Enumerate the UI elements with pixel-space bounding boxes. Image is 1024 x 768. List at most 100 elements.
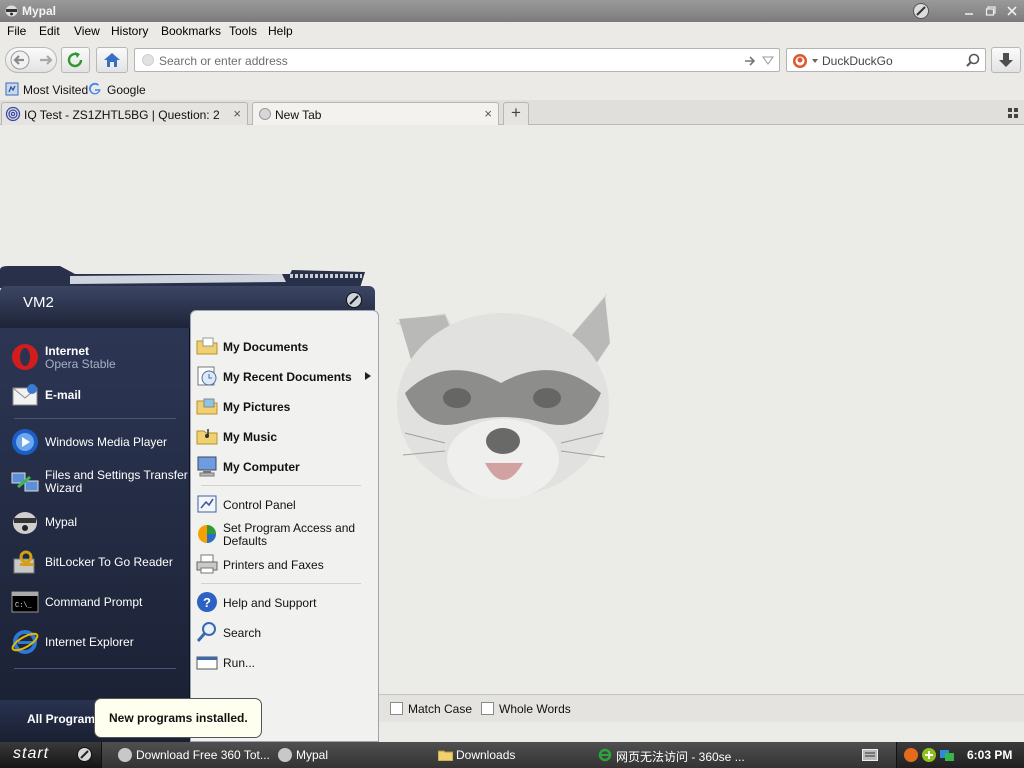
close-tab-icon[interactable]: × bbox=[484, 106, 492, 121]
recent-mypal[interactable]: Mypal bbox=[8, 504, 186, 540]
forward-arrow-icon[interactable] bbox=[31, 48, 53, 72]
tray-plus-icon[interactable] bbox=[921, 747, 937, 763]
tray-shield-icon[interactable] bbox=[903, 747, 919, 763]
places-my-documents[interactable]: My Documents bbox=[195, 333, 375, 359]
menu-bookmarks[interactable]: Bookmarks bbox=[161, 24, 221, 38]
url-placeholder: Search or enter address bbox=[159, 54, 288, 68]
match-case-label[interactable]: Match Case bbox=[408, 702, 472, 716]
task-mypal[interactable]: Mypal bbox=[276, 742, 426, 768]
menu-view[interactable]: View bbox=[74, 24, 100, 38]
tab-groups-icon[interactable] bbox=[1008, 108, 1018, 118]
url-bar[interactable]: Search or enter address bbox=[134, 48, 780, 72]
mypal-badge-icon[interactable] bbox=[913, 3, 929, 19]
search-icon[interactable] bbox=[965, 53, 981, 69]
start-badge-icon bbox=[77, 747, 92, 762]
task-label: 网页无法访问 - 360se ... bbox=[616, 750, 745, 764]
mypal-task-icon bbox=[278, 748, 292, 762]
close-tab-icon[interactable]: × bbox=[233, 106, 241, 121]
maximize-icon[interactable] bbox=[984, 4, 998, 18]
places-my-computer[interactable]: My Computer bbox=[195, 453, 375, 479]
recent-media-player[interactable]: Windows Media Player bbox=[8, 424, 186, 460]
menu-file[interactable]: File bbox=[7, 24, 26, 38]
tab-label: New Tab bbox=[275, 108, 322, 122]
start-button[interactable]: start bbox=[0, 742, 102, 768]
360se-task-icon bbox=[598, 748, 612, 762]
recent-label: Files and Settings Transfer bbox=[45, 468, 188, 482]
help-label: Run... bbox=[223, 656, 256, 670]
bookmark-most-visited[interactable]: Most Visited bbox=[23, 83, 88, 97]
menu-help[interactable]: Help bbox=[268, 24, 293, 38]
help-search[interactable]: Search bbox=[195, 619, 375, 645]
submenu-arrow-icon bbox=[365, 372, 371, 380]
downloads-button[interactable] bbox=[991, 47, 1021, 73]
tab-new-tab[interactable]: New Tab × bbox=[252, 102, 499, 125]
system-tray: 6:03 PM bbox=[896, 742, 1024, 768]
start-menu-places: My Documents My Recent Documents My Pict… bbox=[190, 310, 379, 742]
tray-network-icon[interactable] bbox=[939, 747, 955, 763]
computer-icon bbox=[195, 454, 219, 478]
tab-iq-test[interactable]: IQ Test - ZS1ZHTL5BG | Question: 2 × bbox=[1, 102, 248, 125]
go-arrow-icon[interactable] bbox=[743, 54, 757, 68]
search-icon bbox=[195, 620, 219, 644]
menu-tools[interactable]: Tools bbox=[229, 24, 257, 38]
new-programs-tooltip[interactable]: New programs installed. bbox=[94, 698, 262, 738]
home-button[interactable] bbox=[96, 47, 128, 73]
window-title: Mypal bbox=[22, 4, 57, 18]
close-icon[interactable] bbox=[1005, 4, 1019, 18]
whole-words-label[interactable]: Whole Words bbox=[499, 702, 571, 716]
settings-control-panel[interactable]: Control Panel bbox=[195, 491, 375, 517]
match-case-checkbox[interactable] bbox=[390, 702, 403, 715]
places-my-pictures[interactable]: My Pictures bbox=[195, 393, 375, 419]
recent-label: Mypal bbox=[45, 515, 78, 529]
settings-label: Set Program Access and bbox=[223, 521, 356, 535]
menu-bar: File Edit View History Bookmarks Tools H… bbox=[0, 22, 1024, 41]
recent-internet-explorer[interactable]: Internet Explorer bbox=[8, 624, 186, 660]
mypal-task-icon bbox=[118, 748, 132, 762]
settings-printers[interactable]: Printers and Faxes bbox=[195, 551, 375, 577]
recent-label: Command Prompt bbox=[45, 595, 143, 609]
settings-label-line2: Defaults bbox=[223, 534, 268, 548]
minimize-icon[interactable] bbox=[962, 4, 976, 18]
start-menu-top-edge bbox=[0, 266, 375, 288]
recent-docs-icon bbox=[195, 364, 219, 388]
help-support[interactable]: ? Help and Support bbox=[195, 589, 375, 615]
bookmark-google[interactable]: Google bbox=[107, 83, 146, 97]
pinned-internet-sub: Opera Stable bbox=[45, 357, 116, 371]
separator bbox=[201, 485, 361, 486]
start-menu-programs: Internet Opera Stable E-mail Windows Med… bbox=[0, 328, 190, 700]
clock[interactable]: 6:03 PM bbox=[967, 748, 1012, 762]
reload-button[interactable] bbox=[61, 47, 90, 73]
places-recent-documents[interactable]: My Recent Documents bbox=[195, 363, 375, 389]
settings-program-access[interactable]: Set Program Access and Defaults bbox=[195, 519, 375, 549]
title-bar: Mypal bbox=[0, 0, 1024, 22]
most-visited-icon bbox=[5, 82, 19, 96]
search-engine-name: DuckDuckGo bbox=[822, 54, 893, 68]
recent-transfer-wizard[interactable]: Files and Settings Transfer Wizard bbox=[8, 464, 188, 500]
whole-words-checkbox[interactable] bbox=[481, 702, 494, 715]
recent-bitlocker[interactable]: BitLocker To Go Reader bbox=[8, 544, 186, 580]
search-bar[interactable]: DuckDuckGo bbox=[786, 48, 986, 72]
folder-icon bbox=[195, 334, 219, 358]
places-my-music[interactable]: My Music bbox=[195, 423, 375, 449]
svg-text:C:\_: C:\_ bbox=[15, 602, 33, 610]
start-label: start bbox=[13, 745, 50, 762]
task-360se[interactable]: 网页无法访问 - 360se ... bbox=[596, 742, 746, 768]
start-menu: VM2 Internet Opera Stable E-mail Windows… bbox=[0, 266, 380, 742]
pinned-internet[interactable]: Internet Opera Stable bbox=[8, 338, 186, 374]
recent-command-prompt[interactable]: C:\_ Command Prompt bbox=[8, 584, 186, 620]
separator bbox=[14, 418, 176, 419]
pinned-email[interactable]: E-mail bbox=[8, 378, 186, 412]
help-run[interactable]: Run... bbox=[195, 649, 375, 675]
all-programs-label[interactable]: All Programs bbox=[27, 712, 102, 726]
task-label: Downloads bbox=[456, 748, 516, 762]
keyboard-icon[interactable] bbox=[862, 749, 878, 761]
program-access-icon bbox=[195, 522, 219, 546]
menu-edit[interactable]: Edit bbox=[39, 24, 60, 38]
new-tab-button[interactable]: + bbox=[503, 102, 529, 125]
duckduckgo-icon[interactable] bbox=[792, 53, 820, 69]
task-downloads[interactable]: Downloads bbox=[436, 742, 586, 768]
menu-history[interactable]: History bbox=[111, 24, 148, 38]
history-dropdown-icon[interactable] bbox=[762, 56, 774, 66]
task-360-download[interactable]: Download Free 360 Tot... bbox=[116, 742, 270, 768]
page-identity-icon bbox=[142, 54, 154, 66]
